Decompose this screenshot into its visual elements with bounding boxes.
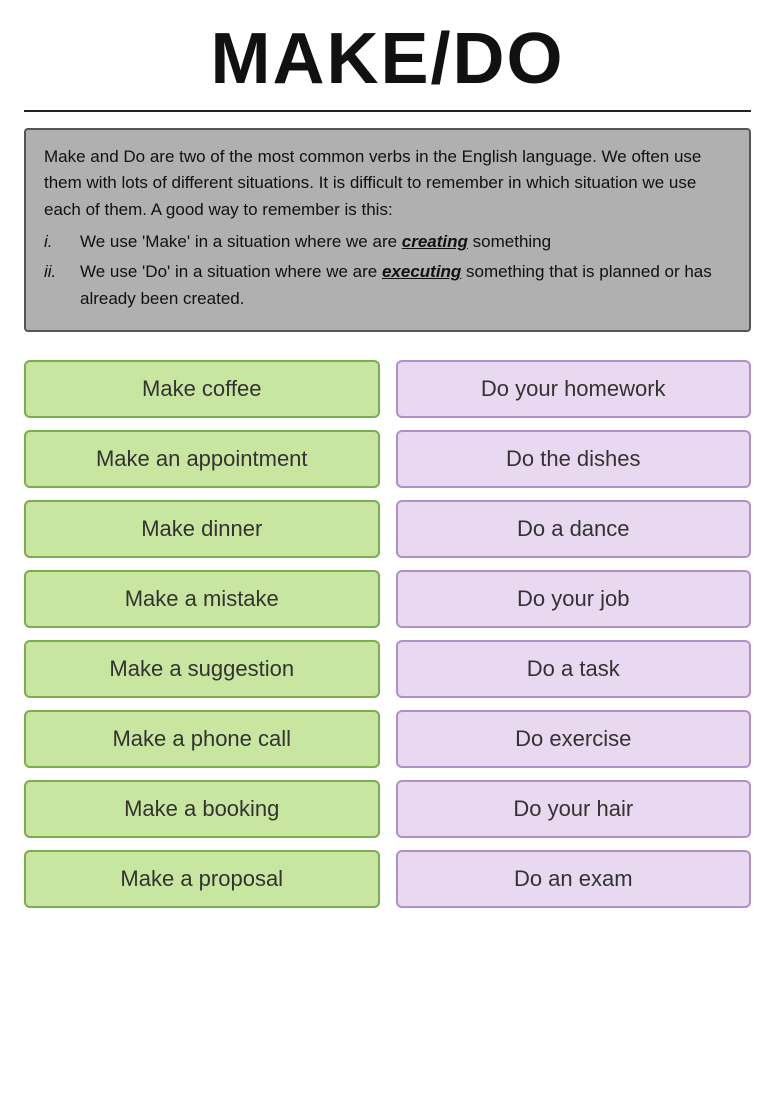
creating-highlight: creating <box>402 232 468 251</box>
info-item-2: ii. We use 'Do' in a situation where we … <box>44 259 731 312</box>
info-text-2: We use 'Do' in a situation where we are … <box>80 259 731 312</box>
info-intro: Make and Do are two of the most common v… <box>44 144 731 223</box>
do-cell-6: Do your hair <box>396 780 752 838</box>
do-cell-1: Do the dishes <box>396 430 752 488</box>
info-num-2: ii. <box>44 259 72 312</box>
do-cell-7: Do an exam <box>396 850 752 908</box>
make-cell-3: Make a mistake <box>24 570 380 628</box>
make-cell-0: Make coffee <box>24 360 380 418</box>
do-cell-3: Do your job <box>396 570 752 628</box>
info-box: Make and Do are two of the most common v… <box>24 128 751 332</box>
info-item-1: i. We use 'Make' in a situation where we… <box>44 229 731 255</box>
do-cell-0: Do your homework <box>396 360 752 418</box>
make-cell-1: Make an appointment <box>24 430 380 488</box>
executing-highlight: executing <box>382 262 461 281</box>
info-list: i. We use 'Make' in a situation where we… <box>44 229 731 312</box>
info-num-1: i. <box>44 229 72 255</box>
make-cell-7: Make a proposal <box>24 850 380 908</box>
make-cell-6: Make a booking <box>24 780 380 838</box>
make-cell-2: Make dinner <box>24 500 380 558</box>
pairs-grid: Make coffee Do your homework Make an appoi… <box>24 360 751 908</box>
make-cell-4: Make a suggestion <box>24 640 380 698</box>
divider <box>24 110 751 112</box>
page-title: MAKE/DO <box>211 18 565 100</box>
info-text-1: We use 'Make' in a situation where we ar… <box>80 229 551 255</box>
do-cell-2: Do a dance <box>396 500 752 558</box>
make-cell-5: Make a phone call <box>24 710 380 768</box>
do-cell-4: Do a task <box>396 640 752 698</box>
do-cell-5: Do exercise <box>396 710 752 768</box>
